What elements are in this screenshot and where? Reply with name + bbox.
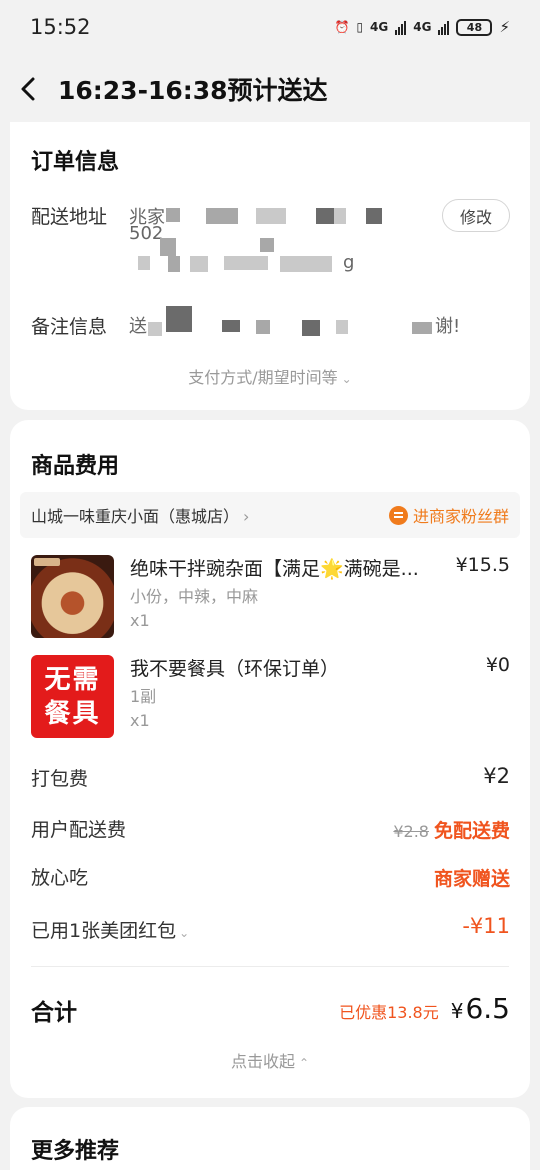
goods-fee-card: 商品费用 山城一味重庆小面（惠城店） › 进商家粉丝群 绝味干拌豌杂面【满足🌟满碗… (10, 420, 530, 1098)
item-price: ¥0 (485, 654, 510, 676)
shop-bar: 山城一味重庆小面（惠城店） › 进商家粉丝群 (20, 492, 520, 538)
goods-fee-title: 商品费用 (31, 454, 120, 479)
collapse-label: 点击收起 (230, 1052, 295, 1071)
status-bar: 15:52 ⏰ ▯ 4G 4G 48 ⚡ (0, 0, 540, 54)
item-price: ¥15.5 (455, 554, 510, 576)
delivery-fee-label: 用户配送费 (31, 819, 127, 841)
total-amount: ¥6.5 (451, 992, 510, 1025)
chevron-right-icon: › (243, 507, 250, 526)
alarm-icon: ⏰ (334, 20, 350, 34)
item-name: 我不要餐具（环保订单） (130, 658, 340, 680)
signal-icon-2 (438, 19, 450, 35)
network-label-2: 4G (413, 20, 432, 34)
packing-fee-value: ¥2 (483, 764, 510, 788)
item-image-no-tableware[interactable]: 无需 餐具 (31, 655, 114, 738)
fan-group-label: 进商家粉丝群 (412, 507, 509, 526)
total-amount-value: 6.5 (465, 992, 510, 1025)
item-name: 绝味干拌豌杂面【满足🌟满碗是... (130, 558, 419, 580)
thumb-line-2: 餐具 (44, 698, 101, 729)
total-summary: 已优惠13.8元 ¥6.5 (339, 992, 510, 1025)
edit-address-button[interactable]: 修改 (442, 199, 510, 232)
safe-eat-label: 放心吃 (31, 867, 89, 889)
chat-group-icon (388, 505, 408, 525)
divider (31, 966, 509, 967)
status-time: 15:52 (30, 15, 91, 39)
packing-fee-label: 打包费 (31, 768, 89, 790)
remark-fragment-2: 谢! (435, 316, 461, 337)
item-spec: 1副 (130, 687, 157, 706)
order-info-title: 订单信息 (31, 150, 120, 175)
item-quantity: x1 (130, 611, 150, 630)
free-delivery-label: 免配送费 (433, 820, 510, 842)
expand-more-link[interactable]: 支付方式/期望时间等 ⌄ (10, 364, 530, 388)
safe-eat-value: 商家赠送 (433, 868, 510, 890)
collapse-link[interactable]: 点击收起 ⌃ (10, 1048, 530, 1072)
vibrate-icon: ▯ (356, 20, 364, 34)
address-label: 配送地址 (31, 206, 108, 228)
fan-group-link[interactable]: 进商家粉丝群 (388, 503, 509, 527)
order-info-card: 订单信息 配送地址 兆家 502 g 修改 备注信息 送 谢! 支付方式/期望时… (10, 122, 530, 410)
delivery-original-price: ¥2.8 (393, 822, 429, 841)
signal-icon-1 (395, 19, 407, 35)
coupon-label: 已用1张美团红包 (31, 920, 177, 942)
address-fragment-3: g (343, 252, 355, 273)
chevron-up-icon: ⌃ (298, 1056, 310, 1070)
shop-name: 山城一味重庆小面（惠城店） (31, 507, 240, 526)
status-icons: ⏰ ▯ 4G 4G 48 ⚡ (334, 18, 510, 36)
network-label-1: 4G (370, 20, 389, 34)
thumb-line-1: 无需 (44, 664, 101, 695)
delivery-fee-value: ¥2.8 免配送费 (393, 816, 510, 843)
currency-symbol: ¥ (450, 999, 464, 1023)
item-image-noodle[interactable] (31, 555, 114, 638)
expand-more-label: 支付方式/期望时间等 (188, 368, 338, 387)
page-title: 16:23-16:38预计送达 (58, 76, 328, 105)
remark-fragment-1: 送 (129, 316, 147, 337)
charging-icon: ⚡ (499, 18, 510, 36)
chevron-down-icon: ⌄ (341, 372, 352, 386)
page-header: 16:23-16:38预计送达 (0, 54, 540, 124)
total-saved: 已优惠13.8元 (339, 1003, 439, 1022)
back-arrow-icon (21, 77, 35, 101)
coupon-value: -¥11 (462, 914, 510, 938)
total-label: 合计 (31, 1000, 77, 1026)
more-recommend-card: 更多推荐 (10, 1107, 530, 1170)
item-quantity: x1 (130, 711, 150, 730)
item-spec: 小份，中辣，中麻 (130, 587, 259, 606)
back-button[interactable] (0, 54, 58, 124)
chevron-down-icon: ⌄ (179, 926, 190, 940)
address-fragment-2: 502 (129, 223, 164, 244)
battery-icon: 48 (456, 18, 493, 36)
remark-label: 备注信息 (31, 316, 108, 338)
shop-name-link[interactable]: 山城一味重庆小面（惠城店） › (31, 503, 249, 527)
coupon-row[interactable]: 已用1张美团红包 ⌄ (31, 916, 189, 943)
more-recommend-title: 更多推荐 (31, 1139, 120, 1164)
